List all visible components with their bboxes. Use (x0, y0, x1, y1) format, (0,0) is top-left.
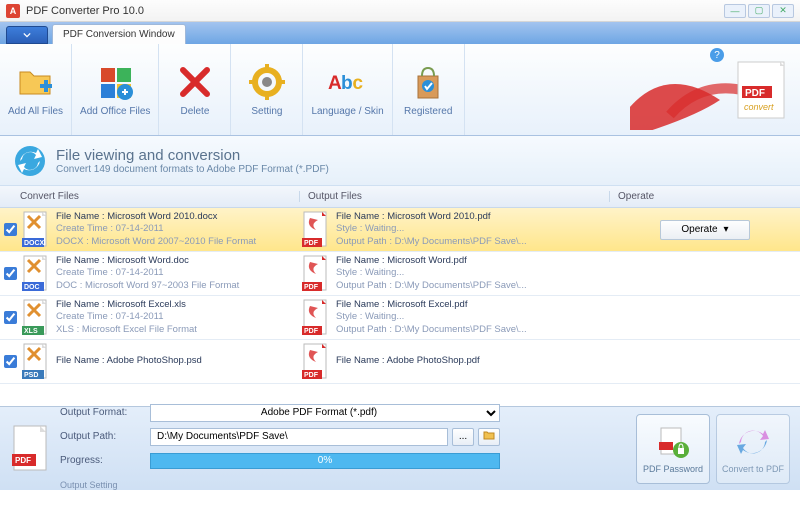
pdf-file-icon: PDF (300, 342, 330, 382)
close-button[interactable]: ✕ (772, 4, 794, 18)
abc-icon: Abc (328, 62, 368, 102)
chevron-down-icon: ▾ (724, 224, 729, 235)
browse-button[interactable]: ... (452, 428, 474, 446)
svg-text:b: b (341, 73, 353, 94)
svg-text:PDF: PDF (15, 456, 31, 465)
progress-bar: 0% (150, 453, 500, 469)
pdf-file-icon: PDF (300, 210, 330, 250)
convert-to-pdf-button[interactable]: Convert to PDF (716, 414, 790, 484)
open-folder-button[interactable] (478, 428, 500, 446)
section-title: File viewing and conversion (56, 147, 329, 164)
convert-arrows-icon (735, 424, 771, 460)
file-row[interactable]: DOC File Name : Microsoft Word.doc Creat… (0, 252, 800, 296)
file-list[interactable]: DOCX File Name : Microsoft Word 2010.doc… (0, 208, 800, 406)
file-row[interactable]: XLS File Name : Microsoft Excel.xls Crea… (0, 296, 800, 340)
window-controls: — ▢ ✕ (724, 4, 794, 18)
folder-icon (483, 430, 495, 440)
ribbon-logo-area: ? PDF convert (620, 44, 800, 135)
svg-text:c: c (352, 73, 363, 94)
output-file-cell: PDF File Name : Microsoft Word.pdf Style… (300, 254, 610, 294)
source-file-icon: PSD (20, 342, 50, 382)
pdf-document-icon: PDF (10, 424, 52, 474)
add-office-files-button[interactable]: Add Office Files (72, 44, 159, 135)
operate-cell: Operate ▾ (610, 220, 800, 240)
output-path-label: Output Path: (60, 431, 144, 442)
svg-text:DOC: DOC (24, 284, 40, 291)
svg-text:PDF: PDF (304, 284, 319, 291)
pdf-convert-logo-icon: PDF convert (630, 50, 790, 130)
delete-button[interactable]: Delete (159, 44, 231, 135)
folder-plus-icon (16, 62, 56, 102)
pdf-file-icon: PDF (300, 254, 330, 294)
output-format-label: Output Format: (60, 407, 144, 418)
ribbon: Add All Files Add Office Files Delete Se… (0, 44, 800, 136)
column-output-files: Output Files (300, 191, 610, 202)
add-all-files-button[interactable]: Add All Files (0, 44, 72, 135)
maximize-button[interactable]: ▢ (748, 4, 770, 18)
section-subtitle: Convert 149 document formats to Adobe PD… (56, 164, 329, 175)
chevron-down-icon (23, 32, 31, 38)
column-operate: Operate (610, 191, 800, 202)
svg-text:PDF: PDF (304, 240, 319, 247)
progress-label: Progress: (60, 455, 144, 466)
svg-text:XLS: XLS (24, 328, 38, 335)
convert-file-cell: XLS File Name : Microsoft Excel.xls Crea… (20, 298, 300, 338)
svg-text:convert: convert (744, 102, 774, 112)
output-format-select[interactable]: Adobe PDF Format (*.pdf) (150, 404, 500, 422)
minimize-button[interactable]: — (724, 4, 746, 18)
app-menu-button[interactable] (6, 26, 48, 44)
pdf-lock-icon (655, 424, 691, 460)
tab-conversion[interactable]: PDF Conversion Window (52, 24, 186, 44)
delete-x-icon (175, 62, 215, 102)
output-file-cell: PDF File Name : Microsoft Word 2010.pdf … (300, 210, 610, 250)
tab-row: PDF Conversion Window (0, 22, 800, 44)
output-file-cell: PDF File Name : Adobe PhotoShop.pdf (300, 342, 610, 382)
footer-form: Output Format: Adobe PDF Format (*.pdf) … (60, 403, 500, 495)
file-row[interactable]: DOCX File Name : Microsoft Word 2010.doc… (0, 208, 800, 252)
operate-dropdown[interactable]: Operate ▾ (660, 220, 750, 240)
convert-file-cell: PSD File Name : Adobe PhotoShop.psd (20, 342, 300, 382)
svg-text:A: A (328, 73, 342, 94)
source-file-icon: XLS (20, 298, 50, 338)
svg-text:PDF: PDF (304, 372, 319, 379)
svg-text:DOCX: DOCX (24, 240, 45, 247)
office-plus-icon (95, 62, 135, 102)
registered-button[interactable]: Registered (393, 44, 465, 135)
window-title: PDF Converter Pro 10.0 (26, 5, 724, 17)
row-checkbox[interactable] (0, 267, 20, 280)
convert-file-cell: DOC File Name : Microsoft Word.doc Creat… (20, 254, 300, 294)
file-row[interactable]: PSD File Name : Adobe PhotoShop.psd PDF … (0, 340, 800, 384)
row-checkbox[interactable] (0, 223, 20, 236)
app-icon: A (6, 4, 20, 18)
svg-text:PDF: PDF (745, 88, 765, 99)
output-setting-link[interactable]: Output Setting (60, 480, 144, 490)
section-header: File viewing and conversion Convert 149 … (0, 136, 800, 186)
row-checkbox[interactable] (0, 311, 20, 324)
gear-icon (247, 62, 287, 102)
sync-icon (14, 145, 46, 177)
svg-text:PDF: PDF (304, 328, 319, 335)
shopping-bag-icon (408, 62, 448, 102)
titlebar: A PDF Converter Pro 10.0 — ▢ ✕ (0, 0, 800, 22)
svg-text:PSD: PSD (24, 372, 38, 379)
output-path-input[interactable] (150, 428, 448, 446)
setting-button[interactable]: Setting (231, 44, 303, 135)
source-file-icon: DOCX (20, 210, 50, 250)
footer-panel: PDF Output Format: Adobe PDF Format (*.p… (0, 406, 800, 490)
column-headers: Convert Files Output Files Operate (0, 186, 800, 208)
row-checkbox[interactable] (0, 355, 20, 368)
language-skin-button[interactable]: Abc Language / Skin (303, 44, 392, 135)
help-icon[interactable]: ? (710, 48, 724, 62)
output-file-cell: PDF File Name : Microsoft Excel.pdf Styl… (300, 298, 610, 338)
convert-file-cell: DOCX File Name : Microsoft Word 2010.doc… (20, 210, 300, 250)
pdf-password-button[interactable]: PDF Password (636, 414, 710, 484)
pdf-file-icon: PDF (300, 298, 330, 338)
column-convert-files: Convert Files (0, 191, 300, 202)
source-file-icon: DOC (20, 254, 50, 294)
